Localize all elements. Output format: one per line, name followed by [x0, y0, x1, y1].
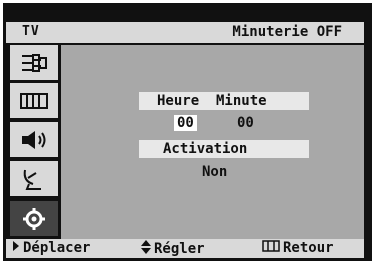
satellite-dish-icon [19, 167, 49, 191]
title-bar: TV Minuterie OFF [6, 22, 364, 43]
menu-grid-icon [262, 240, 280, 256]
speaker-icon [19, 129, 49, 151]
activation-value[interactable]: Non [202, 164, 227, 180]
sidebar-item-channel[interactable] [10, 161, 58, 196]
hint-move: Déplacer [12, 240, 90, 256]
hour-field[interactable]: 00 [174, 115, 197, 131]
sidebar-item-setup[interactable] [10, 201, 58, 236]
minute-field[interactable]: 00 [237, 115, 254, 131]
activation-header: Activation [163, 141, 248, 157]
hint-return-label: Retour [283, 240, 334, 256]
picture-grid-icon [19, 92, 49, 110]
hint-return: Retour [262, 240, 334, 256]
hint-adjust: Régler [141, 240, 205, 258]
hint-adjust-label: Régler [154, 241, 205, 257]
up-down-arrow-icon [141, 240, 151, 258]
time-column-header: Heure Minute [157, 93, 267, 109]
sidebar-item-picture[interactable] [10, 83, 58, 118]
hint-move-label: Déplacer [23, 240, 91, 256]
input-plug-icon [19, 52, 49, 74]
sidebar-item-sound[interactable] [10, 122, 58, 157]
timer-panel: Heure Minute 00 00 Activation Non [61, 45, 364, 239]
menu-sidebar [6, 45, 58, 239]
right-arrow-icon [12, 240, 20, 256]
source-label: TV [22, 24, 40, 39]
timer-status-title: Minuterie OFF [232, 24, 342, 40]
hint-bar: Déplacer Régler Retour [6, 239, 364, 258]
gear-icon [22, 207, 46, 231]
sidebar-item-input[interactable] [10, 45, 58, 80]
